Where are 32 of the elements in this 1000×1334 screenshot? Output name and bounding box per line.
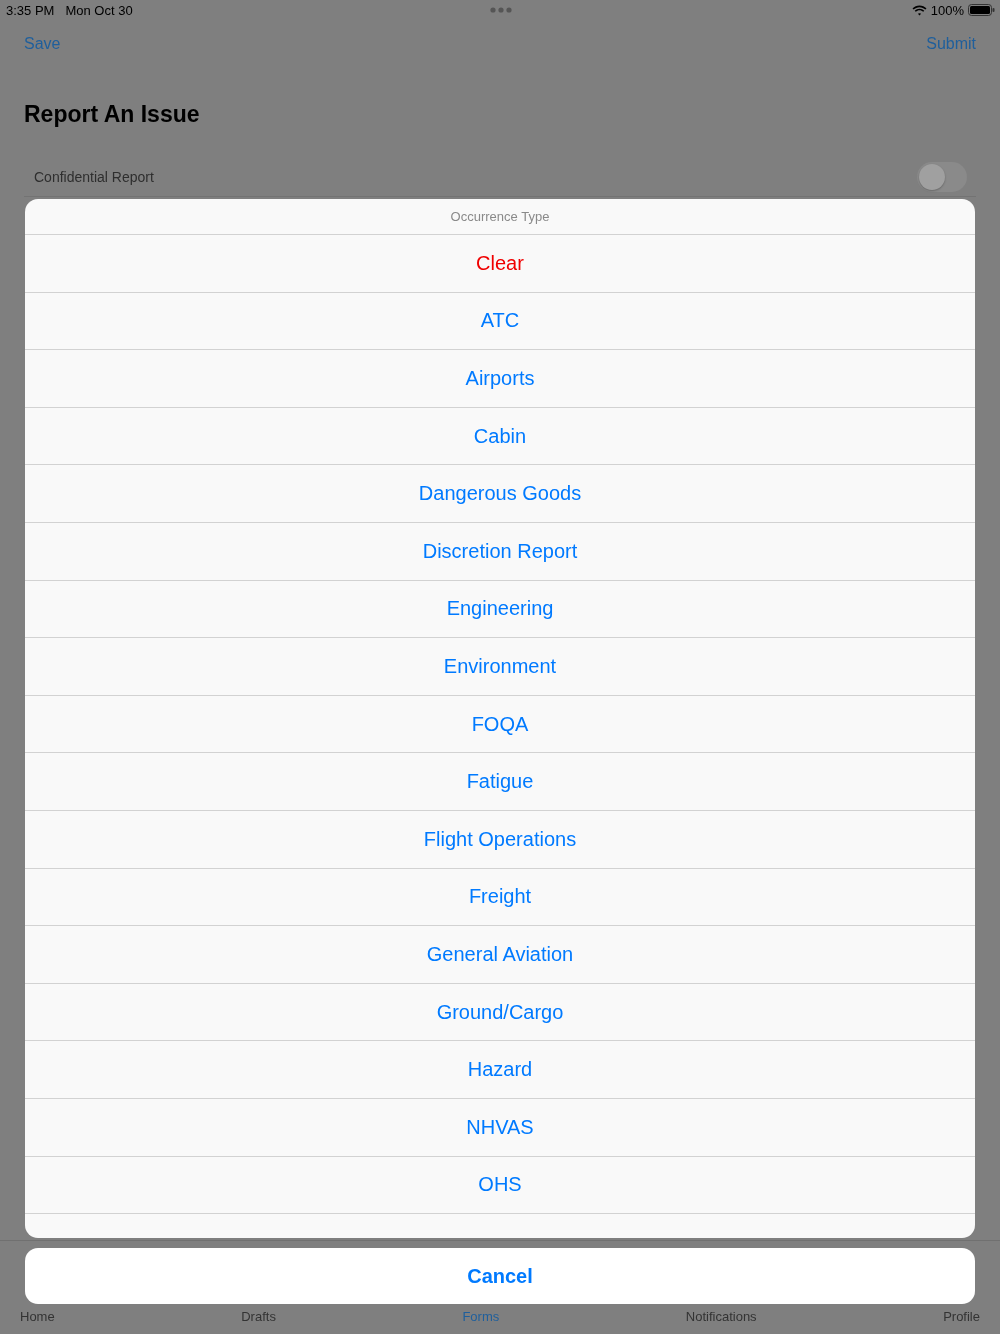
option-item[interactable]: Freight xyxy=(468,885,532,909)
option-item[interactable]: Cabin xyxy=(473,424,527,448)
option-item[interactable]: OHS xyxy=(478,1173,522,1197)
option-item[interactable]: Clear xyxy=(476,251,524,275)
tab-item[interactable]: Profile xyxy=(943,1309,980,1324)
option-item[interactable]: Discretion Report xyxy=(422,539,578,563)
option-item[interactable]: Dangerous Goods xyxy=(418,482,582,506)
status-date: Mon Oct 30 xyxy=(65,2,133,18)
wifi-icon xyxy=(911,4,927,16)
tab-item[interactable]: Notifications xyxy=(685,1309,757,1324)
toggle-switch[interactable] xyxy=(917,161,967,192)
option-item[interactable]: Ground/Cargo xyxy=(436,1000,564,1024)
tab-item[interactable]: Drafts xyxy=(241,1309,276,1324)
option-item[interactable]: Fatigue xyxy=(466,770,534,794)
row-label: Confidential Report xyxy=(34,168,154,185)
option-item[interactable]: ATC xyxy=(480,309,520,333)
option-item[interactable]: General Aviation xyxy=(426,942,574,966)
option-item[interactable]: NHVAS xyxy=(466,1115,534,1139)
dots-icon xyxy=(489,7,512,13)
option-item[interactable]: Hazard xyxy=(467,1058,533,1082)
option-item[interactable]: Airports xyxy=(465,367,535,390)
battery-icon xyxy=(968,4,995,16)
option-item[interactable]: FOQA xyxy=(471,712,529,736)
option-item[interactable]: Flight Operations xyxy=(423,827,577,851)
page-title: Report An Issue xyxy=(24,100,200,128)
option-item[interactable]: Engineering xyxy=(446,597,554,621)
sheet-title: Occurrence Type xyxy=(450,209,550,224)
tab-item[interactable]: Home xyxy=(20,1309,55,1324)
option-item[interactable]: Environment xyxy=(443,654,557,678)
cancel-button[interactable]: Cancel xyxy=(25,1248,975,1304)
status-time: 3:35 PM xyxy=(6,2,55,18)
battery-percentage: 100% xyxy=(930,2,964,18)
